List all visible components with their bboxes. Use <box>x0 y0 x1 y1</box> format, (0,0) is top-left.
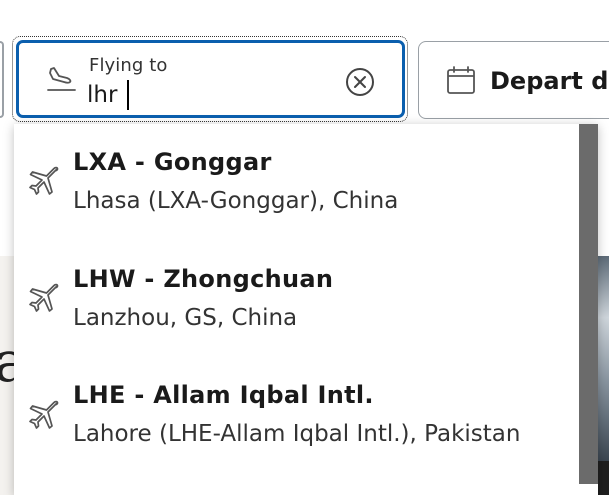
clear-circle-x-icon[interactable] <box>345 67 375 97</box>
suggestion-item-lhw[interactable]: LHW - Zhongchuan Lanzhou, GS, China <box>14 241 579 355</box>
flying-to-field[interactable]: Flying to <box>16 40 405 118</box>
suggestion-code: LXA - Gonggar <box>73 148 272 176</box>
calendar-icon <box>446 65 476 95</box>
dropdown-scrollbar[interactable] <box>579 124 598 484</box>
suggestion-item-lhe[interactable]: LHE - Allam Iqbal Intl. Lahore (LHE-Alla… <box>14 357 579 471</box>
suggestion-code: LHE - Allam Iqbal Intl. <box>73 381 374 409</box>
plane-landing-icon <box>45 65 79 95</box>
previous-field-edge[interactable] <box>0 41 4 118</box>
flying-to-input[interactable] <box>87 80 317 110</box>
depart-date-field[interactable]: Depart da <box>418 41 609 119</box>
suggestion-city: Lanzhou, GS, China <box>73 305 298 331</box>
depart-date-label: Depart da <box>490 67 609 95</box>
text-cursor <box>127 80 129 110</box>
suggestion-code: LHW - Zhongchuan <box>73 265 334 293</box>
plane-icon <box>28 283 60 315</box>
plane-icon <box>28 166 60 198</box>
suggestion-city: Lahore (LHE-Allam Iqbal Intl.), Pakistan <box>73 421 521 447</box>
suggestion-item-lxa[interactable]: LXA - Gonggar Lhasa (LXA-Gonggar), China <box>14 124 579 238</box>
flying-to-label: Flying to <box>89 55 168 76</box>
plane-icon <box>28 400 60 432</box>
suggestion-city: Lhasa (LXA-Gonggar), China <box>73 188 399 214</box>
